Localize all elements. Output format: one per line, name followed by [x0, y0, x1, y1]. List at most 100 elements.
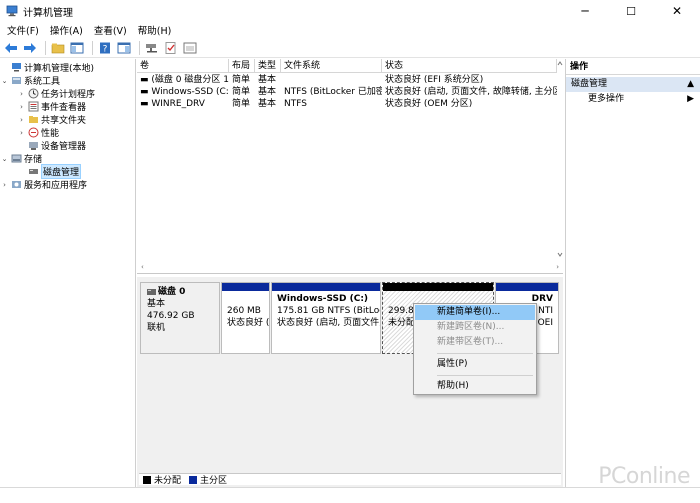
up-folder-button[interactable] [50, 40, 66, 56]
partition-text: Windows-SSD (C:) 175.81 GB NTFS (BitLock… [272, 291, 380, 331]
menu-new-striped-volume[interactable]: 新建带区卷(T)... [415, 335, 535, 350]
forward-arrow-icon [24, 42, 36, 53]
type-cell: 基本 [258, 99, 277, 109]
filesystem-cell [281, 74, 382, 86]
expand-chevron-icon[interactable]: › [17, 116, 26, 124]
scroll-right-icon[interactable]: › [556, 263, 559, 271]
status-cell: 状态良好 (EFI 系统分区) [385, 75, 484, 85]
tree-item-services[interactable]: › 服务和应用程序 [0, 178, 135, 192]
context-menu: 新建简单卷(I)... 新建跨区卷(N)... 新建带区卷(T)... 属性(P… [413, 303, 537, 395]
expand-chevron-icon[interactable]: › [17, 103, 26, 111]
menu-new-simple-volume[interactable]: 新建简单卷(I)... [415, 305, 535, 320]
computer-management-icon [12, 63, 21, 72]
minimize-button[interactable]: ─ [562, 0, 608, 22]
type-cell: 基本 [258, 75, 277, 85]
properties-view-button[interactable] [116, 40, 132, 56]
view-button[interactable] [182, 40, 198, 56]
menu-properties[interactable]: 属性(P) [415, 357, 535, 372]
column-header-layout[interactable]: 布局 [229, 59, 255, 73]
tree-label: 服务和应用程序 [24, 181, 88, 191]
tree-item-event-viewer[interactable]: › 事件查看器 [0, 100, 135, 113]
column-header-type[interactable]: 类型 [255, 59, 281, 73]
close-button[interactable]: ✕ [654, 0, 700, 22]
show-hide-tree-button[interactable] [69, 40, 85, 56]
tree-item-root[interactable]: 计算机管理(本地) [0, 61, 135, 74]
more-actions[interactable]: 更多操作 ▶ [566, 92, 700, 107]
tree-item-disk-management[interactable]: 磁盘管理 [0, 164, 135, 179]
performance-icon [28, 127, 39, 138]
center-pane: 卷 布局 类型 文件系统 状态 ▬ (磁盘 0 磁盘分区 1) 简单 基本 状态… [137, 59, 563, 487]
tree-item-task-scheduler[interactable]: › 任务计划程序 [0, 87, 135, 100]
forward-button[interactable] [22, 40, 38, 56]
help-icon: ? [100, 42, 110, 54]
tree-label: 事件查看器 [41, 103, 87, 113]
tree-label: 系统工具 [24, 77, 61, 87]
volume-cell: ▬ Windows-SSD (C:) [140, 87, 229, 97]
back-button[interactable] [3, 40, 19, 56]
expand-chevron-icon[interactable]: › [17, 129, 26, 137]
vertical-scrollbar[interactable] [557, 59, 563, 259]
tree-item-device-manager[interactable]: 设备管理器 [0, 139, 135, 152]
column-header-filesystem[interactable]: 文件系统 [281, 59, 382, 73]
primary-partition-bar [496, 283, 558, 291]
title-bar: 计算机管理 ─ ☐ ✕ [0, 0, 700, 22]
scroll-left-icon[interactable]: ‹ [141, 263, 144, 271]
menu-view[interactable]: 查看(V) [87, 23, 131, 37]
disk-icon [147, 289, 156, 295]
menu-action[interactable]: 操作(A) [43, 23, 87, 37]
menu-help[interactable]: 帮助(H) [415, 379, 535, 394]
partition-text: 260 MB 状态良好 ( [222, 291, 269, 331]
collapse-up-icon[interactable]: ▲ [687, 77, 694, 92]
primary-partition-bar [222, 283, 269, 291]
volume-cell: ▬ (磁盘 0 磁盘分区 1) [140, 75, 229, 85]
connect-button[interactable] [144, 40, 160, 56]
partition-size: 175.81 GB NTFS (BitLocke [277, 306, 380, 316]
disk-0-info[interactable]: 磁盘 0 基本 476.92 GB 联机 [140, 282, 220, 354]
partition-status: 状态良好 ( [227, 318, 269, 328]
legend-unallocated: 未分配 [154, 476, 182, 486]
partition-efi[interactable]: 260 MB 状态良好 ( [221, 282, 270, 354]
expand-chevron-icon[interactable]: › [17, 90, 26, 98]
table-row[interactable]: ▬ (磁盘 0 磁盘分区 1) 简单 基本 状态良好 (EFI 系统分区) [137, 74, 557, 86]
check-button[interactable] [163, 40, 179, 56]
actions-section-disk-management[interactable]: 磁盘管理 ▲ [566, 77, 700, 92]
unallocated-bar [383, 283, 493, 291]
partition-name: Windows-SSD (C:) [277, 294, 369, 304]
partition-windows-c[interactable]: Windows-SSD (C:) 175.81 GB NTFS (BitLock… [271, 282, 381, 354]
back-arrow-icon [5, 42, 17, 53]
status-cell: 状态良好 (OEM 分区) [385, 99, 473, 109]
folder-up-icon [51, 43, 65, 53]
volume-cell: ▬ WINRE_DRV [140, 99, 205, 109]
menu-help[interactable]: 帮助(H) [131, 23, 176, 37]
storage-icon [11, 154, 22, 163]
menu-separator [437, 375, 533, 376]
horizontal-scrollbar[interactable]: ‹ › [137, 262, 563, 272]
primary-partition-bar [272, 283, 380, 291]
column-header-status[interactable]: 状态 [382, 59, 557, 73]
disk-name: 磁盘 0 [147, 286, 213, 298]
toolbar-separator [92, 40, 93, 55]
watermark-logo: PConline [598, 464, 690, 489]
partition-size: 260 MB [227, 306, 261, 316]
window-view-icon [183, 42, 197, 53]
collapse-chevron-icon[interactable]: ⌄ [0, 77, 9, 85]
tree-label: 存储 [24, 155, 43, 165]
expand-chevron-icon[interactable]: › [0, 181, 9, 189]
layout-cell: 简单 [232, 99, 251, 109]
tree-item-performance[interactable]: › 性能 [0, 126, 135, 139]
svg-text:?: ? [103, 44, 108, 54]
menu-new-spanned-volume[interactable]: 新建跨区卷(N)... [415, 320, 535, 335]
help-button[interactable]: ? [97, 40, 113, 56]
tree-item-system-tools[interactable]: ⌄ 系统工具 [0, 74, 135, 88]
tree-label: 设备管理器 [41, 142, 87, 152]
table-row[interactable]: ▬ WINRE_DRV 简单 基本 NTFS 状态良好 (OEM 分区) [137, 98, 557, 110]
submenu-arrow-icon: ▶ [687, 94, 694, 104]
table-row[interactable]: ▬ Windows-SSD (C:) 简单 基本 NTFS (BitLocker… [137, 86, 557, 98]
menu-file[interactable]: 文件(F) [0, 23, 43, 37]
navigation-tree: 计算机管理(本地) ⌄ 系统工具 › 任务计划程序 › 事件查看器 › 共享文件… [0, 59, 136, 487]
column-header-volume[interactable]: 卷 [137, 59, 229, 73]
more-actions-label: 更多操作 [588, 94, 625, 104]
collapse-chevron-icon[interactable]: ⌄ [0, 155, 9, 163]
maximize-button[interactable]: ☐ [608, 0, 654, 22]
tree-item-shared-folders[interactable]: › 共享文件夹 [0, 113, 135, 127]
